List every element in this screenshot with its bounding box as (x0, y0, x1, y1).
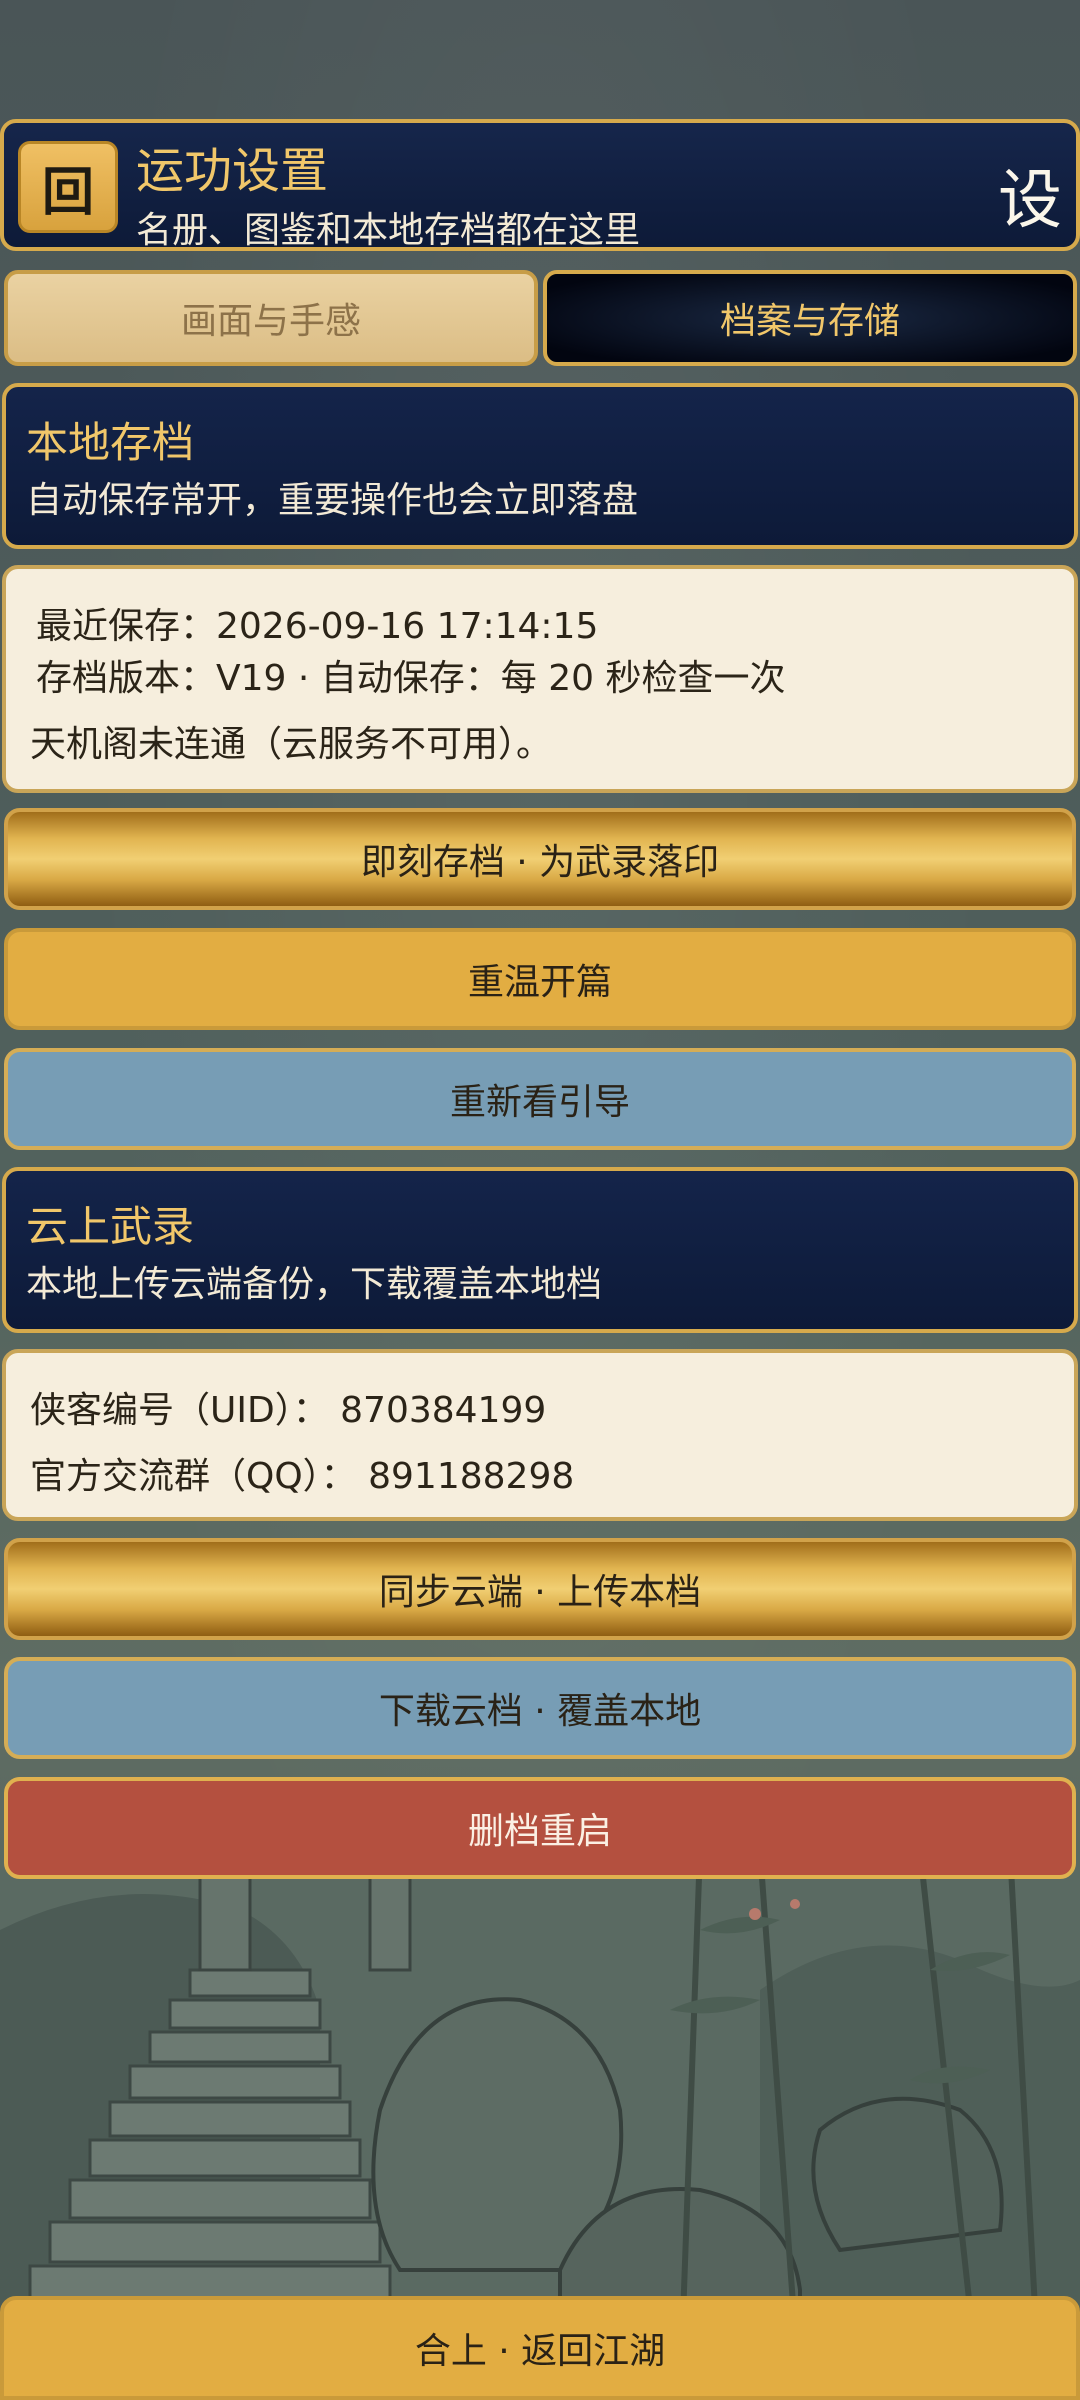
button-label: 重新看引导 (449, 1082, 630, 1123)
save-now-button[interactable]: 即刻存档 · 为武录落印 (4, 808, 1076, 910)
button-label: 删档重启 (467, 1811, 612, 1852)
back-icon[interactable]: 回 (18, 141, 118, 233)
tab-label: 画面与手感 (180, 301, 361, 342)
local-save-info-card: 最近保存：2026-09-16 17:14:15 存档版本：V19 · 自动保存… (2, 565, 1078, 793)
button-label: 同步云端 · 上传本档 (378, 1572, 702, 1613)
uid-text: 侠客编号（UID）： 870384199 (30, 1390, 547, 1431)
tab-display-and-feel[interactable]: 画面与手感 (4, 270, 538, 366)
cloud-status-text: 天机阁未连通（云服务不可用）。 (30, 724, 553, 765)
tab-label: 档案与存储 (719, 301, 900, 342)
replay-opening-button[interactable]: 重温开篇 (4, 928, 1076, 1030)
sync-upload-button[interactable]: 同步云端 · 上传本档 (4, 1538, 1076, 1640)
save-version-text: 存档版本：V19 · 自动保存：每 20 秒检查一次 (36, 658, 786, 699)
cloud-info-card: 侠客编号（UID）： 870384199 官方交流群（QQ）： 89118829… (2, 1349, 1078, 1521)
qq-group-text: 官方交流群（QQ）： 891188298 (30, 1456, 575, 1497)
download-overwrite-button[interactable]: 下载云档 · 覆盖本地 (4, 1657, 1076, 1759)
delete-restart-button[interactable]: 删档重启 (4, 1777, 1076, 1879)
rewatch-guide-button[interactable]: 重新看引导 (4, 1048, 1076, 1150)
button-label: 即刻存档 · 为武录落印 (360, 842, 720, 883)
back-icon-glyph: 回 (41, 162, 94, 223)
page-subtitle: 名册、图鉴和本地存档都在这里 (136, 210, 641, 251)
cloud-section-header: 云上武录 本地上传云端备份，下载覆盖本地档 (2, 1167, 1078, 1333)
settings-header: 回 运功设置 名册、图鉴和本地存档都在这里 设 (0, 119, 1080, 251)
button-label: 合上 · 返回江湖 (414, 2331, 666, 2372)
section-subtitle: 本地上传云端备份，下载覆盖本地档 (26, 1264, 603, 1305)
settings-corner-badge: 设 (998, 164, 1062, 238)
close-return-button[interactable]: 合上 · 返回江湖 (0, 2296, 1080, 2400)
section-subtitle: 自动保存常开，重要操作也会立即落盘 (26, 480, 639, 521)
button-label: 重温开篇 (467, 962, 612, 1003)
last-saved-text: 最近保存：2026-09-16 17:14:15 (36, 606, 599, 647)
tab-archive-and-storage[interactable]: 档案与存储 (543, 270, 1077, 366)
section-title: 本地存档 (26, 418, 195, 467)
section-title: 云上武录 (26, 1202, 195, 1251)
page-title: 运功设置 (136, 143, 329, 199)
local-save-section-header: 本地存档 自动保存常开，重要操作也会立即落盘 (2, 383, 1078, 549)
button-label: 下载云档 · 覆盖本地 (378, 1691, 702, 1732)
